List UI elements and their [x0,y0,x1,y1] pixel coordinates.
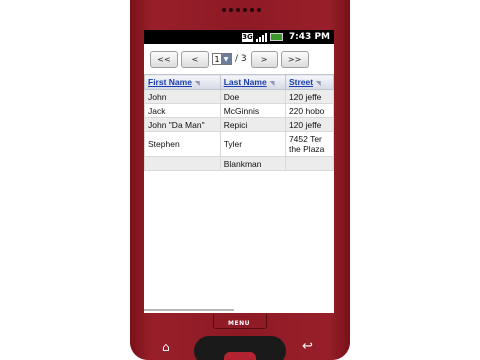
left-background [0,0,130,360]
table-row[interactable]: John Doe 120 jeffe [144,89,334,104]
cell-last-name: Repici [219,117,286,132]
table-row[interactable]: Jack McGinnis 220 hobo [144,103,334,118]
network-3g-icon: 3G [241,32,253,42]
cell-street: 120 jeffe [284,89,334,104]
page-select[interactable]: 1 ▼ [212,53,232,65]
cell-last-name: Blankman [219,156,286,171]
page-select-value: 1 [214,54,220,64]
cell-street: 220 hobo [284,103,334,118]
table-row[interactable]: Stephen Tyler 7452 Ter the Plaza [144,131,334,157]
phone-screen: 3G 7:43 PM << < 1 ▼ / 3 > >> First Name ◥ [144,30,334,313]
page-count-label: / 3 [235,54,247,64]
cell-street [284,156,334,171]
speaker-grille [222,8,261,12]
cell-first-name: Stephen [144,131,221,157]
table-row[interactable]: Blankman [144,156,334,171]
cell-first-name [144,156,221,171]
battery-icon [269,33,283,41]
table-row[interactable]: John "Da Man" Repici 120 jeffe [144,117,334,132]
cell-last-name: McGinnis [219,103,286,118]
cell-street: 120 jeffe [284,117,334,132]
cell-first-name: John "Da Man" [144,117,221,132]
pagination-bar: << < 1 ▼ / 3 > >> [144,44,334,74]
next-page-button[interactable]: > [250,50,278,68]
data-table: First Name ◥ Last Name ◥ Street ◥ John Doe … [144,74,334,171]
chevron-down-icon: ▼ [221,54,231,64]
menu-key[interactable]: MENU [228,320,250,327]
table-header-row: First Name ◥ Last Name ◥ Street ◥ [144,74,334,90]
cell-first-name: John [144,89,221,104]
column-header-last-name[interactable]: Last Name ◥ [219,74,286,90]
signal-icon [255,32,267,42]
cell-first-name: Jack [144,103,221,118]
sort-icon: ◥ [316,81,321,87]
column-header-street[interactable]: Street ◥ [284,74,334,90]
cell-street: 7452 Ter the Plaza [284,131,334,157]
back-icon[interactable]: ↩ [302,339,313,354]
status-bar: 3G 7:43 PM [144,30,334,44]
trackball-button[interactable] [224,352,256,360]
last-page-button[interactable]: >> [280,50,309,68]
prev-page-button[interactable]: < [181,50,209,68]
status-time: 7:43 PM [288,32,330,42]
right-background [350,0,480,360]
sort-icon: ◥ [269,81,275,87]
sort-icon: ◥ [194,81,200,87]
horizontal-scrollbar[interactable] [144,309,234,311]
cell-last-name: Tyler [219,131,286,157]
column-header-first-name[interactable]: First Name ◥ [144,74,221,90]
phone-device: 3G 7:43 PM << < 1 ▼ / 3 > >> First Name ◥ [130,0,350,360]
home-icon[interactable]: ⌂ [162,340,170,354]
first-page-button[interactable]: << [150,50,178,68]
cell-last-name: Doe [219,89,286,104]
